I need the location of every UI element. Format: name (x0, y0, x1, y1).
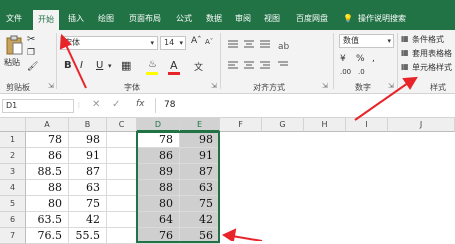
arrow-head (402, 76, 418, 90)
arrow-head (59, 33, 72, 50)
arrow-to-styles-group (354, 82, 409, 121)
arrow-head (221, 228, 237, 241)
annotation-arrows (59, 33, 418, 241)
arrow-to-selection (231, 235, 263, 241)
arrow-to-home-tab (65, 44, 87, 89)
